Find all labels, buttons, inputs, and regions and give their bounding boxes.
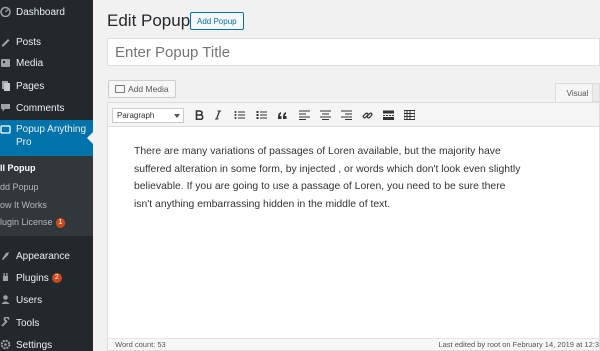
dashboard-icon — [0, 6, 12, 18]
add-media-button[interactable]: Add Media — [108, 80, 176, 98]
insert-link-button[interactable] — [360, 108, 374, 122]
popup-submenu: ll Popup dd Popup ow It Works lugin Lice… — [0, 156, 93, 236]
align-left-icon — [298, 110, 310, 120]
sidebar-item-label: Tools — [16, 317, 40, 329]
bold-icon — [195, 110, 203, 120]
italic-button[interactable] — [211, 108, 225, 122]
tab-text[interactable] — [592, 83, 600, 102]
sidebar-item-media[interactable]: Media — [0, 52, 93, 74]
italic-icon — [215, 110, 221, 120]
numbered-list-button[interactable] — [254, 108, 268, 122]
align-left-button[interactable] — [297, 108, 311, 122]
read-more-button[interactable] — [381, 108, 395, 122]
quote-icon — [277, 112, 286, 119]
add-popup-button[interactable]: Add Popup — [190, 12, 244, 30]
sidebar-item-label: Media — [16, 57, 44, 69]
plugins-icon — [0, 272, 12, 284]
last-edited-info: Last edited by root on February 14, 2019… — [438, 340, 599, 349]
chevron-down-icon — [174, 114, 180, 118]
add-media-label: Add Media — [128, 84, 169, 94]
sidebar-item-pages[interactable]: Pages — [0, 75, 93, 97]
popup-icon — [0, 124, 12, 136]
bullet-list-button[interactable] — [232, 108, 246, 122]
sidebar-item-label: Settings — [16, 339, 53, 351]
license-count-badge: 1 — [55, 217, 66, 228]
admin-sidebar: Dashboard Posts Media Pages Comments Pop… — [0, 0, 94, 351]
sidebar-item-plugins[interactable]: Plugins 2 — [0, 267, 93, 289]
plugins-update-badge: 2 — [51, 273, 62, 283]
users-icon — [0, 294, 12, 306]
align-center-button[interactable] — [318, 108, 332, 122]
submenu-how-it-works[interactable]: ow It Works — [0, 200, 47, 210]
editor-content[interactable]: There are many variations of passages of… — [134, 143, 524, 213]
sidebar-item-label: Users — [16, 294, 43, 306]
submenu-add-popup[interactable]: dd Popup — [0, 182, 39, 192]
toolbar-toggle-button[interactable] — [402, 108, 416, 122]
comments-icon — [0, 102, 12, 114]
tools-icon — [0, 316, 12, 329]
align-right-button[interactable] — [339, 108, 353, 122]
paragraph-format-select[interactable]: Paragraph — [112, 108, 184, 123]
sidebar-item-comments[interactable]: Comments — [0, 97, 93, 119]
appearance-icon — [0, 250, 12, 262]
numbered-list-icon — [256, 111, 267, 119]
kitchen-sink-icon — [403, 110, 415, 120]
submenu-all-popup[interactable]: ll Popup — [0, 163, 36, 173]
word-count: Word count: 53 — [115, 340, 166, 349]
sidebar-item-label: Dashboard — [16, 6, 65, 18]
align-center-icon — [319, 110, 331, 120]
settings-icon — [0, 339, 12, 351]
bullet-list-icon — [234, 111, 245, 119]
editor-statusbar: Word count: 53 Last edited by root on Fe… — [108, 338, 599, 350]
sidebar-item-posts[interactable]: Posts — [0, 31, 93, 53]
camera-icon — [115, 85, 125, 93]
align-right-icon — [340, 110, 352, 120]
bold-button[interactable] — [192, 108, 206, 122]
format-value: Paragraph — [117, 111, 155, 120]
sidebar-item-tools[interactable]: Tools — [0, 312, 93, 334]
editor-toolbar: Paragraph — [108, 103, 599, 127]
content-editor: Paragraph There are many variations of p… — [107, 102, 600, 351]
blockquote-button[interactable] — [275, 108, 289, 122]
sidebar-item-users[interactable]: Users — [0, 289, 93, 311]
sidebar-item-label: Comments — [16, 102, 65, 114]
link-icon — [362, 112, 373, 118]
popup-title-input[interactable] — [107, 38, 600, 66]
sidebar-item-label: Posts — [16, 36, 42, 48]
sidebar-item-label: Plugins — [16, 272, 49, 284]
submenu-plugin-license[interactable]: lugin License 1 — [0, 217, 66, 228]
sidebar-item-popup-anything-pro[interactable]: Popup Anything Pro — [0, 120, 94, 156]
sidebar-item-label: Pages — [16, 80, 45, 92]
read-more-icon — [382, 110, 394, 120]
sidebar-item-settings[interactable]: Settings — [0, 334, 93, 351]
sidebar-item-label: Popup Anything Pro — [16, 124, 87, 148]
page-title: Edit Popup — [107, 11, 191, 30]
media-icon — [0, 57, 12, 69]
sidebar-item-label: Appearance — [16, 250, 70, 262]
posts-icon — [0, 36, 12, 48]
pages-icon — [0, 80, 12, 92]
sidebar-item-dashboard[interactable]: Dashboard — [0, 1, 93, 23]
sidebar-item-appearance[interactable]: Appearance — [0, 245, 93, 267]
